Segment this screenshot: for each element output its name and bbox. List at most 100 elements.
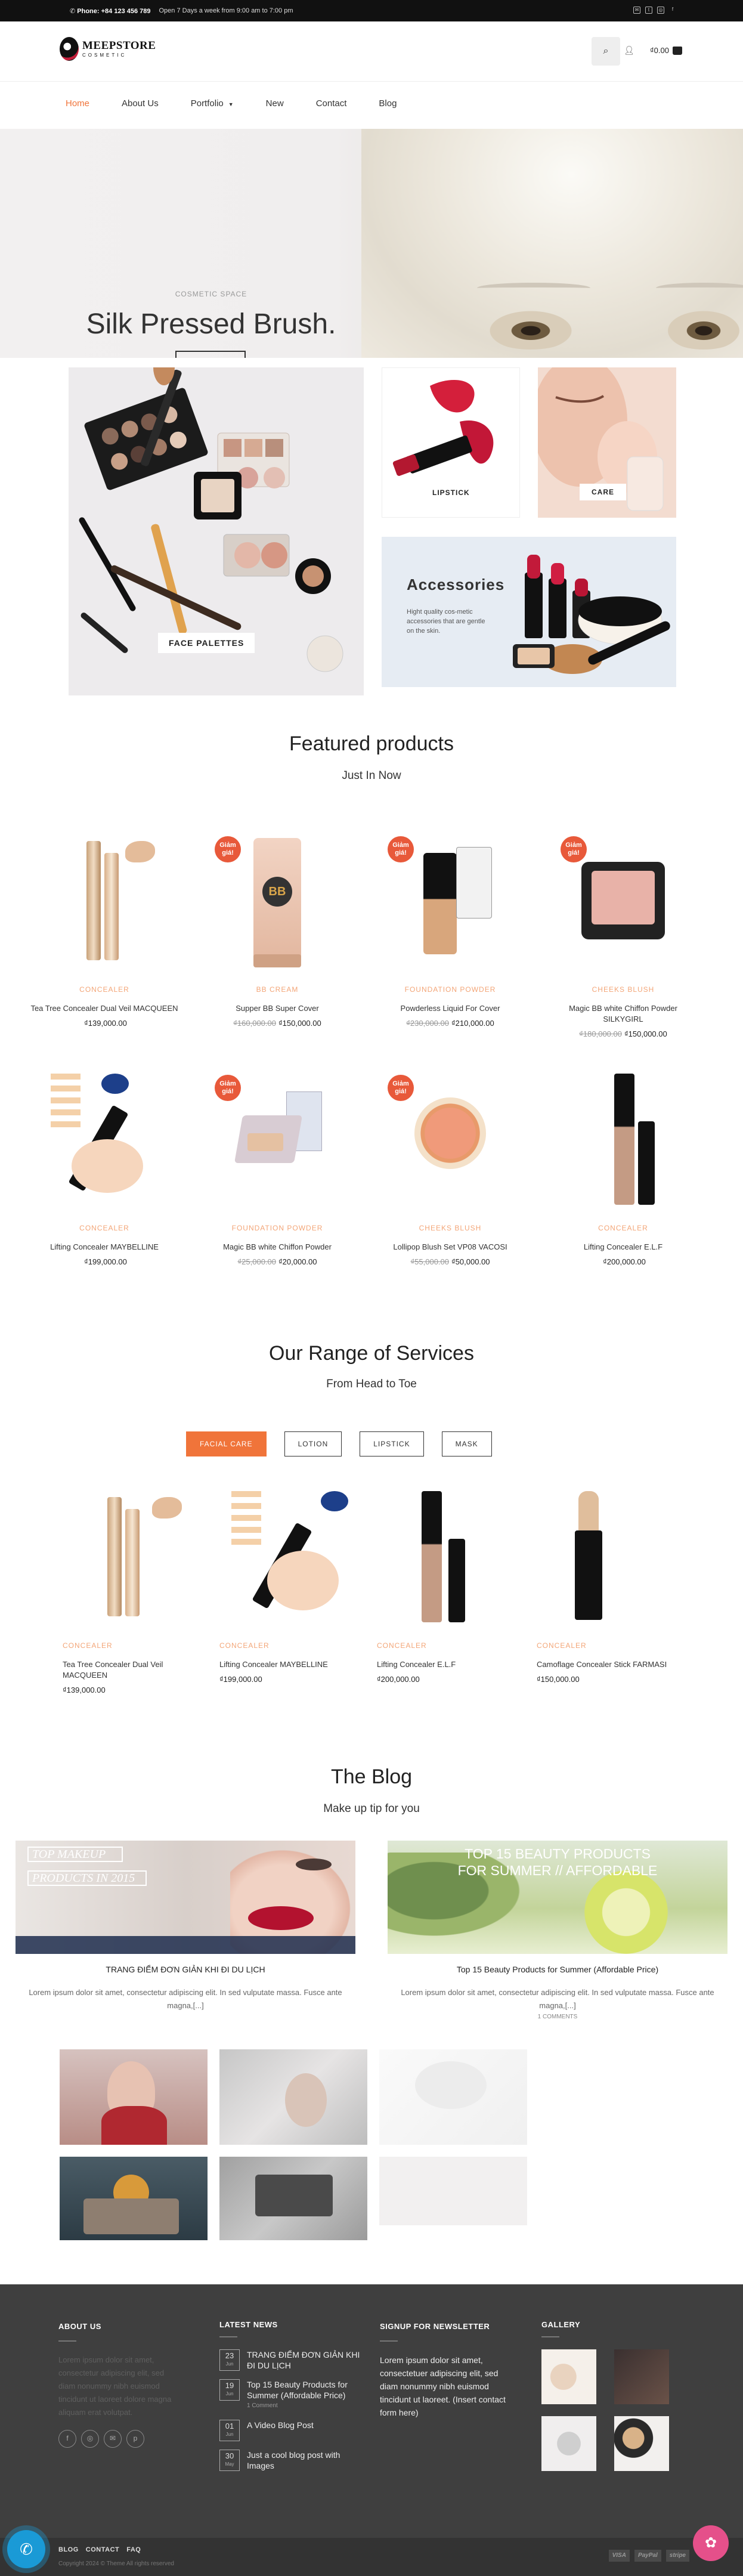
service-product-card[interactable]: CONCEALER Lifting Concealer E.L.F ₫200,0… [377,1485,514,1684]
sale-badge: Giảm giá! [215,836,241,862]
cart-button[interactable]: ₫0.00 [650,46,682,55]
gallery-thumb[interactable] [541,2416,596,2471]
logo[interactable]: MEEPSTORE COSMETIC [60,37,156,61]
footer-link-contact[interactable]: CONTACT [86,2546,119,2553]
product-name[interactable]: Lollipop Blush Set VP08 VACOSI [376,1242,525,1253]
gallery-image[interactable] [60,2049,208,2145]
blog-overlay-text: PRODUCTS IN 2015 [27,1870,147,1886]
product-price: ₫199,000.00 [30,1257,179,1266]
nav-new[interactable]: New [266,98,284,109]
product-name[interactable]: Tea Tree Concealer Dual Veil MACQUEEN [30,1003,179,1014]
product-name[interactable]: Lifting Concealer E.L.F [549,1242,698,1253]
phone-text: Phone: +84 123 456 789 [77,8,151,15]
twitter-icon[interactable]: t [645,7,652,14]
product-name[interactable]: Supper BB Super Cover [203,1003,352,1014]
gallery-thumb[interactable] [541,2349,596,2404]
nav-home[interactable]: Home [66,98,89,109]
news-title: Just a cool blog post with Images [247,2450,340,2470]
service-product-card[interactable]: CONCEALER Tea Tree Concealer Dual Veil M… [63,1485,200,1694]
product-card[interactable]: Giảm giá! CHEEKS BLUSH Magic BB white Ch… [549,829,698,1038]
banner-lipstick[interactable]: LIPSTICK [382,367,520,518]
nav-portfolio[interactable]: Portfolio ▼ [191,98,234,109]
email-icon[interactable]: ✉ [633,7,640,14]
chevron-down-icon: ▼ [228,101,234,107]
instagram-icon[interactable]: ◎ [657,7,664,14]
tab-lipstick[interactable]: LIPSTICK [360,1431,424,1456]
footer-link-faq[interactable]: FAQ [126,2546,141,2553]
product-card[interactable]: Giảm giá! CHEEKS BLUSH Lollipop Blush Se… [376,1068,525,1266]
blog-post-image[interactable]: TOP MAKEUP PRODUCTS IN 2015 [16,1841,355,1954]
facebook-icon[interactable]: f [58,2430,76,2448]
blog-post[interactable]: TOP MAKEUP PRODUCTS IN 2015 TRANG ĐIỂM Đ… [16,1841,355,2014]
product-card[interactable]: CONCEALER Lifting Concealer E.L.F ₫200,0… [549,1068,698,1266]
gallery-image[interactable] [379,2049,527,2145]
service-product-card[interactable]: CONCEALER Lifting Concealer MAYBELLINE ₫… [219,1485,357,1684]
email-icon[interactable]: ✉ [104,2430,122,2448]
banner-care[interactable]: CARE [538,367,676,518]
blog-post[interactable]: TOP 15 BEAUTY PRODUCTS FOR SUMMER // AFF… [388,1841,727,2020]
blog-post-title[interactable]: TRANG ĐIỂM ĐƠN GIẢN KHI ĐI DU LỊCH [16,1965,355,1974]
hero-eye-left [483,308,578,350]
footer-social: f ◎ ✉ p [58,2430,178,2448]
product-card[interactable]: CONCEALER Lifting Concealer MAYBELLINE ₫… [30,1068,179,1266]
blog-post-image[interactable]: TOP 15 BEAUTY PRODUCTS FOR SUMMER // AFF… [388,1841,727,1954]
news-month: Jun [225,2391,234,2396]
nav-about-us[interactable]: About Us [122,98,159,109]
logo-name: MEEPSTORE [82,39,156,52]
banner-face-palettes[interactable]: FACE PALETTES [69,367,364,695]
product-current-price: ₫199,000.00 [84,1257,127,1266]
news-title: TRANG ĐIỂM ĐƠN GIẢN KHI ĐI DU LỊCH [247,2350,360,2370]
product-name[interactable]: Powderless Liquid For Cover [376,1003,525,1014]
product-old-price: ₫230,000.00 [406,1019,449,1028]
product-card[interactable]: CONCEALER Tea Tree Concealer Dual Veil M… [30,829,179,1028]
gallery-image[interactable] [219,2157,367,2240]
product-name[interactable]: Lifting Concealer MAYBELLINE [219,1659,357,1670]
product-name[interactable]: Tea Tree Concealer Dual Veil MACQUEEN [63,1659,200,1681]
product-category: CHEEKS BLUSH [592,985,655,994]
news-title: Top 15 Beauty Products for Summer (Affor… [247,2380,348,2400]
nav-blog[interactable]: Blog [379,98,397,109]
product-card[interactable]: Giảm giá! FOUNDATION POWDER Powderless L… [376,829,525,1028]
banner-care-label: CARE [580,484,627,500]
hero-brow-left [477,283,590,293]
banner-lipstick-label: LIPSTICK [424,484,478,501]
phone-info[interactable]: ✆ Phone: +84 123 456 789 [70,7,151,15]
product-price: ₫230,000.00 ₫210,000.00 [376,1019,525,1028]
gallery-image[interactable] [60,2157,208,2240]
gallery-thumb[interactable] [614,2416,669,2471]
news-item[interactable]: 30 May Just a cool blog post with Images [219,2450,366,2471]
tab-mask[interactable]: MASK [441,1431,492,1456]
instagram-icon[interactable]: ◎ [81,2430,99,2448]
news-item[interactable]: 23 Jun TRANG ĐIỂM ĐƠN GIẢN KHI ĐI DU LỊCH [219,2349,366,2371]
footer-link-blog[interactable]: BLOG [58,2546,79,2553]
gallery-image[interactable] [219,2049,367,2145]
facebook-icon[interactable]: f [669,7,676,14]
news-comments: 1 Comment [247,2402,278,2409]
tab-facial-care[interactable]: FACIAL CARE [186,1431,267,1456]
gallery-thumb[interactable] [614,2349,669,2404]
product-name[interactable]: Camoflage Concealer Stick FARMASI [537,1659,674,1670]
pinterest-icon[interactable]: p [126,2430,144,2448]
hero-button[interactable] [175,351,246,358]
banner-accessories[interactable]: Accessories Hight quality cos-metic acce… [382,537,676,687]
chat-button[interactable]: ✿ [693,2525,729,2561]
blog-subtitle: Make up tip for you [323,1802,420,1815]
account-button[interactable]: 👤︎ [624,45,634,55]
call-button[interactable]: ✆ [7,2530,45,2568]
product-card[interactable]: Giảm giá! FOUNDATION POWDER Magic BB whi… [203,1068,352,1266]
paypal-icon: PayPal [634,2550,661,2562]
product-card[interactable]: Giảm giá! BB BB CREAM Supper BB Super Co… [203,829,352,1028]
product-name[interactable]: Magic BB white Chiffon Powder SILKYGIRL [549,1003,698,1025]
service-product-card[interactable]: CONCEALER Camoflage Concealer Stick FARM… [537,1485,674,1684]
search-button[interactable]: ⌕ [592,37,620,66]
news-item[interactable]: 01 Jun A Video Blog Post [219,2420,366,2441]
product-current-price: ₫150,000.00 [624,1029,667,1038]
tab-lotion[interactable]: LOTION [284,1431,342,1456]
news-item[interactable]: 19 Jun Top 15 Beauty Products for Summer … [219,2379,366,2411]
nav-contact[interactable]: Contact [316,98,347,109]
product-name[interactable]: Lifting Concealer E.L.F [377,1659,514,1670]
gallery-image[interactable] [379,2157,527,2225]
product-name[interactable]: Lifting Concealer MAYBELLINE [30,1242,179,1253]
product-name[interactable]: Magic BB white Chiffon Powder [203,1242,352,1253]
blog-post-title[interactable]: Top 15 Beauty Products for Summer (Affor… [388,1965,727,1974]
